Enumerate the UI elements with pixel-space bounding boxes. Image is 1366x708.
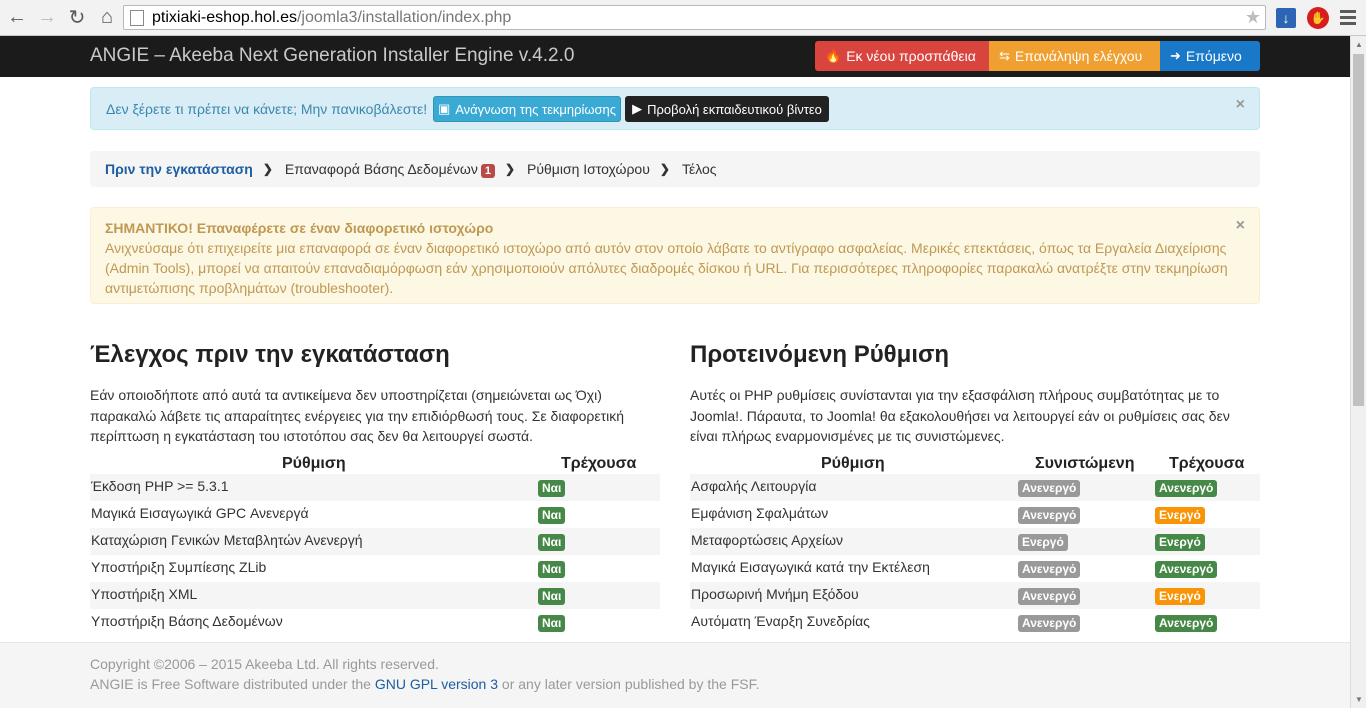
license-text: ANGIE is Free Software distributed under…	[90, 676, 760, 692]
setting-label: Προσωρινή Μνήμη Εξόδου	[691, 586, 859, 602]
status-badge: Ναι	[538, 615, 566, 632]
status-badge: Ναι	[538, 507, 566, 524]
close-icon[interactable]: ×	[1236, 216, 1245, 236]
setting-label: Αυτόματη Έναρξη Συνεδρίας	[691, 613, 870, 629]
table-row: Εμφάνιση Σφαλμάτων Ανενεργό Ενεργό	[690, 501, 1260, 528]
preinstall-heading: Έλεγχος πριν την εγκατάσταση	[90, 341, 450, 368]
book-icon: ▣	[437, 101, 451, 116]
page-scrollbar[interactable]: ▲ ▼	[1350, 36, 1366, 708]
bookmark-star-icon[interactable]: ★	[1245, 7, 1261, 28]
gpl-link[interactable]: GNU GPL version 3	[375, 676, 498, 692]
col-recommended-header: Συνιστώμενη	[1035, 455, 1135, 472]
home-icon[interactable]: ⌂	[94, 5, 120, 31]
close-icon[interactable]: ×	[1236, 96, 1245, 114]
status-badge: Ναι	[538, 534, 566, 551]
table-row: Μεταφορτώσεις Αρχείων Ενεργό Ενεργό	[690, 528, 1260, 555]
download-extension-icon[interactable]: ↓	[1276, 8, 1296, 28]
reload-icon[interactable]: ↻	[64, 5, 90, 31]
footer: Copyright ©2006 – 2015 Akeeba Ltd. All r…	[0, 642, 1350, 708]
setting-label: Έκδοση PHP >= 5.3.1	[91, 478, 229, 494]
back-icon[interactable]: ←	[4, 5, 30, 31]
recommended-badge: Ανενεργό	[1018, 507, 1081, 524]
table-row: Υποστήριξη Συμπίεσης ZLib Ναι	[90, 555, 660, 582]
table-row: Προσωρινή Μνήμη Εξόδου Ανενεργό Ενεργό	[690, 582, 1260, 609]
browser-menu-icon[interactable]	[1340, 10, 1356, 28]
retry-button[interactable]: 🔥 Εκ νέου προσπάθεια	[815, 41, 989, 71]
table-row: Υποστήριξη Βάσης Δεδομένων Ναι	[90, 609, 660, 636]
setting-label: Ασφαλής Λειτουργία	[691, 478, 817, 494]
scrollbar-thumb[interactable]	[1353, 54, 1364, 406]
copyright-text: Copyright ©2006 – 2015 Akeeba Ltd. All r…	[90, 656, 439, 672]
table-row: Αυτόματη Έναρξη Συνεδρίας Ανενεργό Ανενεργ…	[690, 609, 1260, 636]
address-bar[interactable]: ptixiaki-eshop.hol.es/joomla3/installati…	[123, 5, 1266, 30]
refresh-icon: ⇆	[999, 48, 1010, 63]
browser-toolbar: ← → ↻ ⌂ ptixiaki-eshop.hol.es/joomla3/in…	[0, 0, 1366, 36]
recommended-badge: Ανενεργό	[1018, 561, 1081, 578]
forward-icon[interactable]: →	[34, 5, 60, 31]
warning-body: Ανιχνεύσαμε ότι επιχειρείτε μια επαναφορ…	[105, 240, 1228, 296]
crumb-db-restore[interactable]: Επαναφορά Βάσης Δεδομένων 1	[285, 161, 495, 178]
table-row: Ασφαλής Λειτουργία Ανενεργό Ανενεργό	[690, 474, 1260, 501]
scroll-up-icon[interactable]: ▲	[1355, 40, 1363, 49]
crumb-finish[interactable]: Τέλος	[682, 161, 717, 177]
status-badge: Ναι	[538, 480, 566, 497]
adblock-extension-icon[interactable]: ✋	[1307, 7, 1329, 29]
col-current-header: Τρέχουσα	[1169, 455, 1245, 472]
current-badge: Ανενεργό	[1155, 561, 1218, 578]
breadcrumb: Πριν την εγκατάσταση ❯ Επαναφορά Βάσης Δ…	[90, 151, 1260, 187]
table-row: Μαγικά Εισαγωγικά GPC Ανενεργά Ναι	[90, 501, 660, 528]
current-badge: Ενεργό	[1155, 588, 1205, 605]
setting-label: Μεταφορτώσεις Αρχείων	[691, 532, 844, 548]
chevron-right-icon: ❯	[262, 162, 273, 176]
setting-label: Μαγικά Εισαγωγικά GPC Ανενεργά	[91, 505, 309, 521]
current-badge: Ανενεργό	[1155, 480, 1218, 497]
page-icon	[130, 9, 144, 26]
table-row: Μαγικά Εισαγωγικά κατά την Εκτέλεση Ανενε…	[690, 555, 1260, 582]
table-row: Έκδοση PHP >= 5.3.1 Ναι	[90, 474, 660, 501]
read-docs-button[interactable]: ▣ Ανάγνωση της τεκμηρίωσης	[433, 96, 621, 122]
top-navbar: ANGIE – Akeeba Next Generation Installer…	[0, 36, 1350, 77]
recommended-heading: Προτεινόμενη Ρύθμιση	[690, 341, 950, 368]
current-badge: Ανενεργό	[1155, 615, 1218, 632]
fire-icon: 🔥	[825, 48, 842, 63]
warning-alert: ΣΗΜΑΝΤΙΚΟ! Επαναφέρετε σε έναν διαφορετι…	[90, 207, 1260, 304]
help-alert: Δεν ξέρετε τι πρέπει να κάνετε; Μην πανι…	[90, 87, 1260, 130]
col-current-header: Τρέχουσα	[561, 455, 637, 472]
col-setting-header: Ρύθμιση	[821, 455, 885, 472]
help-text: Δεν ξέρετε τι πρέπει να κάνετε; Μην πανι…	[106, 101, 428, 117]
status-badge: Ναι	[538, 588, 566, 605]
setting-label: Υποστήριξη Βάσης Δεδομένων	[91, 613, 283, 629]
col-setting-header: Ρύθμιση	[282, 455, 346, 472]
chevron-right-icon: ❯	[504, 162, 516, 176]
url-text: ptixiaki-eshop.hol.es/joomla3/installati…	[152, 8, 512, 26]
scroll-down-icon[interactable]: ▼	[1355, 695, 1363, 704]
recommended-badge: Ανενεργό	[1018, 480, 1081, 497]
db-count-badge: 1	[480, 163, 495, 178]
setting-label: Καταχώριση Γενικών Μεταβλητών Ανενεργή	[91, 532, 363, 548]
current-badge: Ενεργό	[1155, 534, 1205, 551]
table-row: Υποστήριξη XML Ναι	[90, 582, 660, 609]
setting-label: Υποστήριξη XML	[91, 586, 198, 602]
table-row: Καταχώριση Γενικών Μεταβλητών Ανενεργή Να…	[90, 528, 660, 555]
recommended-badge: Ανενεργό	[1018, 588, 1081, 605]
warning-title: ΣΗΜΑΝΤΙΚΟ! Επαναφέρετε σε έναν διαφορετι…	[105, 220, 494, 236]
arrow-right-icon: ➜	[1170, 48, 1181, 63]
chevron-right-icon: ❯	[659, 162, 670, 176]
video-icon: ▶	[632, 101, 643, 116]
watch-video-button[interactable]: ▶ Προβολή εκπαιδευτικού βίντεο	[625, 96, 829, 122]
recommended-description: Αυτές οι PHP ρυθμίσεις συνίστανται για τ…	[690, 387, 1230, 444]
preinstall-description: Εάν οποιοδήποτε από αυτά τα αντικείμενα …	[90, 387, 625, 444]
recommended-badge: Ανενεργό	[1018, 615, 1081, 632]
crumb-site-setup[interactable]: Ρύθμιση Ιστοχώρου	[527, 161, 650, 177]
setting-label: Εμφάνιση Σφαλμάτων	[691, 505, 829, 521]
next-button[interactable]: ➜ Επόμενο	[1160, 41, 1260, 71]
app-title: ANGIE – Akeeba Next Generation Installer…	[90, 45, 575, 66]
setting-label: Μαγικά Εισαγωγικά κατά την Εκτέλεση	[691, 559, 930, 575]
crumb-preinstall[interactable]: Πριν την εγκατάσταση	[105, 161, 253, 177]
recommended-badge: Ενεργό	[1018, 534, 1068, 551]
setting-label: Υποστήριξη Συμπίεσης ZLib	[91, 559, 267, 575]
recheck-button[interactable]: ⇆ Επανάληψη ελέγχου	[989, 41, 1160, 71]
current-badge: Ενεργό	[1155, 507, 1205, 524]
status-badge: Ναι	[538, 561, 566, 578]
